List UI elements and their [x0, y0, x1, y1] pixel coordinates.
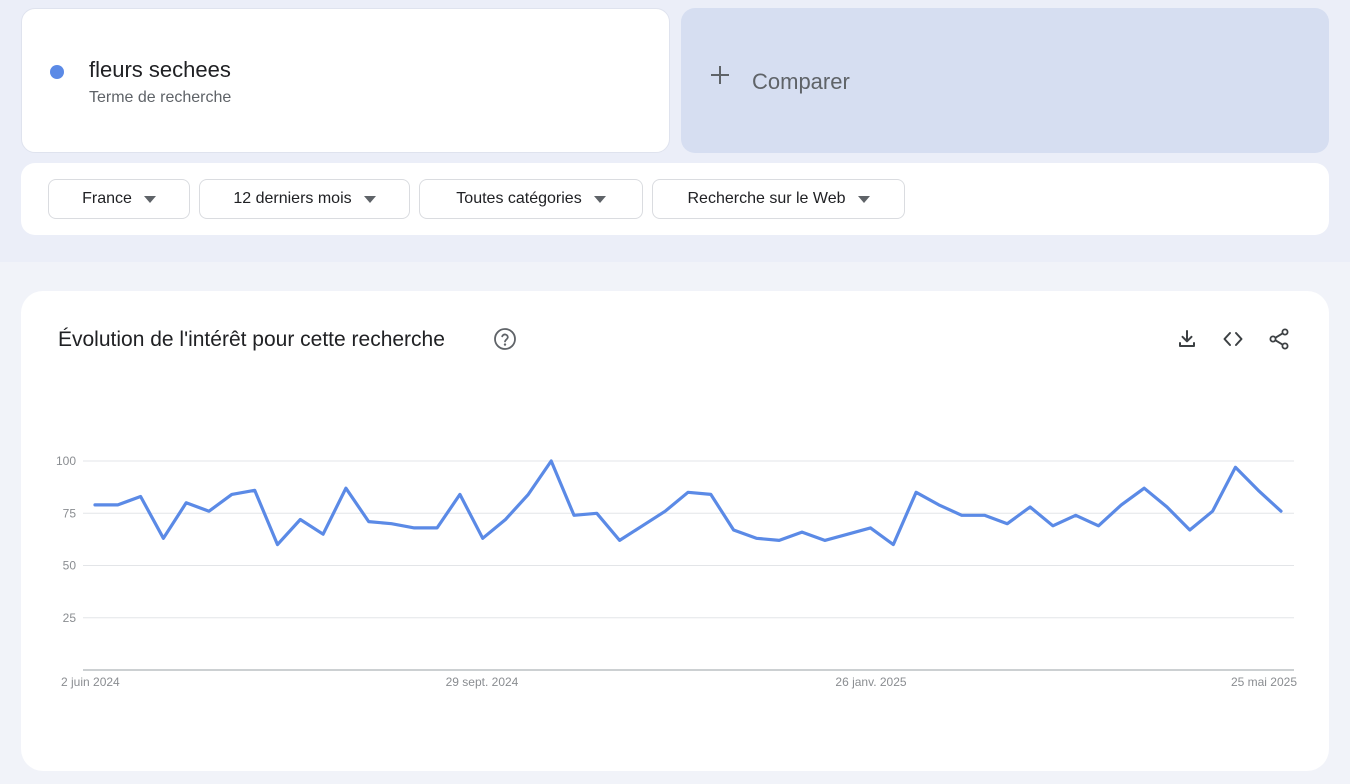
x-tick-label: 2 juin 2024	[61, 675, 120, 689]
embed-code-icon[interactable]	[1221, 327, 1245, 351]
series-color-dot	[50, 65, 64, 79]
compare-button[interactable]: Comparer	[681, 8, 1329, 153]
caret-down-icon	[143, 195, 156, 203]
y-tick-label: 50	[63, 559, 77, 573]
series-line[interactable]	[93, 459, 1283, 547]
caret-down-icon	[857, 195, 870, 203]
caret-down-icon	[363, 195, 376, 203]
caret-down-icon	[593, 195, 606, 203]
period-filter-label: 12 derniers mois	[233, 190, 352, 207]
plus-icon	[711, 66, 729, 84]
chart-title: Évolution de l'intérêt pour cette recher…	[58, 328, 445, 351]
y-tick-label: 100	[56, 454, 76, 468]
help-circle-icon[interactable]	[493, 327, 517, 351]
interest-chart: 25 50 75 100 2 juin 2024 29 sept. 2024 26 janv…	[56, 454, 1297, 689]
period-filter[interactable]: 12 derniers mois	[199, 179, 410, 219]
compare-label: Comparer	[752, 69, 850, 94]
y-tick-label: 25	[63, 611, 77, 625]
x-tick-label: 26 janv. 2025	[835, 675, 906, 689]
x-tick-label: 29 sept. 2024	[446, 675, 519, 689]
search-term-type: Terme de recherche	[89, 89, 232, 106]
category-filter-label: Toutes catégories	[456, 190, 582, 207]
category-filter[interactable]: Toutes catégories	[419, 179, 643, 219]
x-tick-label: 25 mai 2025	[1231, 675, 1297, 689]
region-filter[interactable]: France	[48, 179, 190, 219]
y-tick-label: 75	[63, 506, 77, 520]
filter-bar: France 12 derniers mois Toutes catégorie…	[21, 163, 1329, 235]
search-type-filter-label: Recherche sur le Web	[687, 190, 846, 207]
interest-over-time-card: 25 50 75 100 2 juin 2024 29 sept. 2024 26 janv…	[21, 291, 1329, 771]
region-filter-label: France	[82, 190, 132, 207]
search-term-name[interactable]: fleurs sechees	[89, 57, 231, 83]
search-type-filter[interactable]: Recherche sur le Web	[652, 179, 905, 219]
share-icon[interactable]	[1267, 327, 1291, 351]
search-term-card[interactable]: fleurs sechees Terme de recherche	[21, 8, 670, 153]
download-icon[interactable]	[1175, 327, 1199, 351]
